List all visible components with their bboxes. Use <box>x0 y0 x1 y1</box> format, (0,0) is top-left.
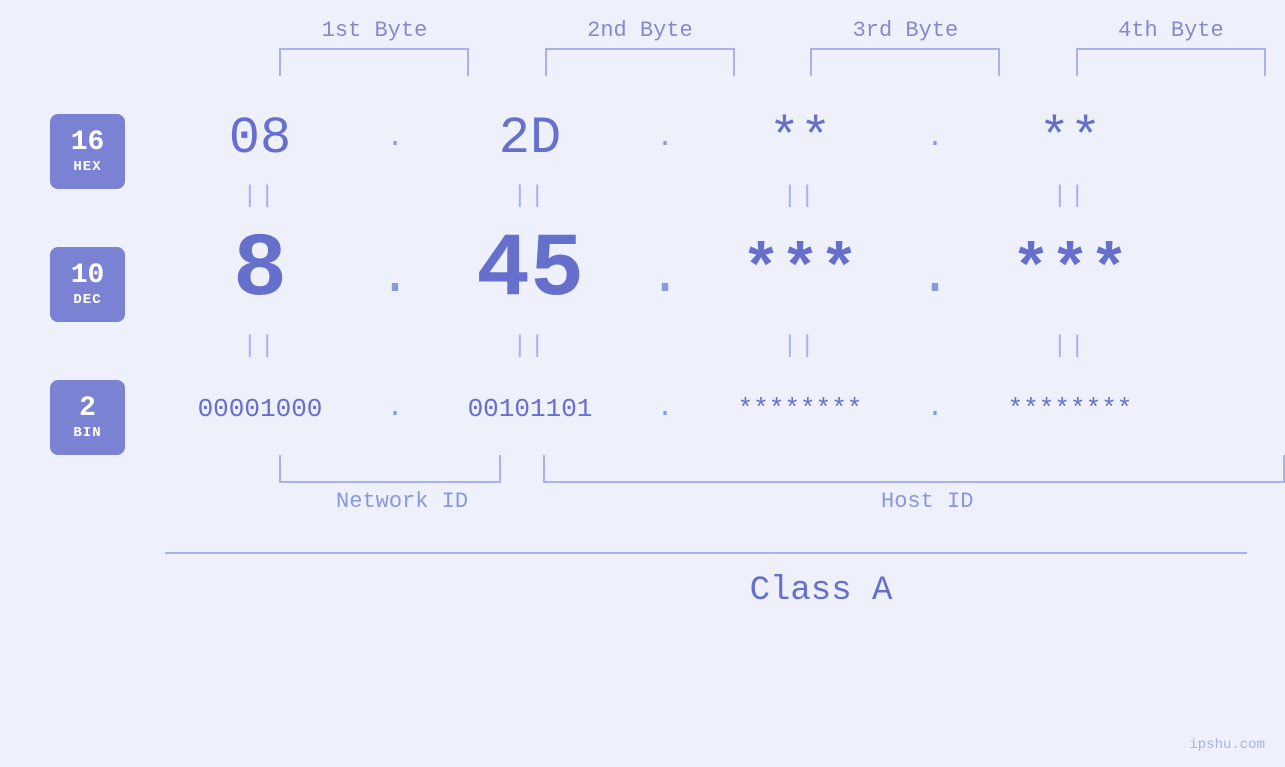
b1-equal2: || <box>145 333 375 360</box>
bytes-grid: 08 . 2D . ** . ** || || || || 8 . <box>145 86 1285 441</box>
byte1-col: 1st Byte <box>260 18 488 76</box>
sep3-bin: . <box>915 393 955 424</box>
dec-label: DEC <box>73 292 101 308</box>
class-label: Class A <box>280 572 1285 610</box>
b1-dec: 8 <box>145 226 375 316</box>
byte3-col: 3rd Byte <box>791 18 1019 76</box>
b4-bin: ******** <box>955 394 1185 424</box>
host-id-label: Host ID <box>569 489 1285 514</box>
dec-number: 10 <box>71 261 105 292</box>
b3-equal: || <box>685 183 915 210</box>
hex-row: 08 . 2D . ** . ** <box>145 86 1285 176</box>
byte1-header: 1st Byte <box>322 18 428 43</box>
b4-equal: || <box>955 183 1185 210</box>
b4-dec: *** <box>955 232 1185 310</box>
b3-bin: ******** <box>685 394 915 424</box>
byte4-col: 4th Byte <box>1057 18 1285 76</box>
b4-equal2: || <box>955 333 1185 360</box>
byte1-bracket-top <box>279 48 469 76</box>
bin-label: BIN <box>73 425 101 441</box>
hex-number: 16 <box>71 128 105 159</box>
bottom-brackets <box>0 455 1285 483</box>
bin-badge: 2 BIN <box>50 380 125 455</box>
dec-row: 8 . 45 . *** . *** <box>145 216 1285 326</box>
b2-equal2: || <box>415 333 645 360</box>
b1-bin: 00001000 <box>145 394 375 424</box>
sep1-hex: . <box>375 123 415 154</box>
byte-headers: 1st Byte 2nd Byte 3rd Byte 4th Byte <box>0 18 1285 76</box>
id-labels: Network ID Host ID <box>0 489 1285 514</box>
network-id-label: Network ID <box>275 489 530 514</box>
class-area: Class A <box>0 526 1285 610</box>
byte4-header: 4th Byte <box>1118 18 1224 43</box>
sep2-bin: . <box>645 393 685 424</box>
equal-row: || || || || <box>145 176 1285 216</box>
sep3-hex: . <box>915 123 955 154</box>
byte2-col: 2nd Byte <box>526 18 754 76</box>
b3-hex: ** <box>685 109 915 168</box>
b2-dec: 45 <box>415 226 645 316</box>
hex-badge: 16 HEX <box>50 114 125 189</box>
dec-badge: 10 DEC <box>50 247 125 322</box>
sep1-dec: . <box>375 245 415 308</box>
watermark: ipshu.com <box>1189 737 1265 753</box>
b4-hex: ** <box>955 109 1185 168</box>
left-labels: 16 HEX 10 DEC 2 BIN <box>50 114 125 455</box>
byte2-bracket-top <box>545 48 735 76</box>
bin-number: 2 <box>79 394 96 425</box>
byte4-bracket-top <box>1076 48 1266 76</box>
main-area: 16 HEX 10 DEC 2 BIN 08 . 2D . ** . ** <box>0 76 1285 455</box>
b2-hex: 2D <box>415 109 645 168</box>
hex-label: HEX <box>73 159 101 175</box>
bin-row: 00001000 . 00101101 . ******** . *******… <box>145 366 1285 441</box>
b3-dec: *** <box>685 232 915 310</box>
equal-row-2: || || || || <box>145 326 1285 366</box>
b3-equal2: || <box>685 333 915 360</box>
b2-bin: 00101101 <box>415 394 645 424</box>
b2-equal: || <box>415 183 645 210</box>
sep3-dec: . <box>915 245 955 308</box>
sep2-hex: . <box>645 123 685 154</box>
byte3-header: 3rd Byte <box>853 18 959 43</box>
b1-equal: || <box>145 183 375 210</box>
b1-hex: 08 <box>145 109 375 168</box>
byte3-bracket-top <box>810 48 1000 76</box>
sep2-dec: . <box>645 245 685 308</box>
sep1-bin: . <box>375 393 415 424</box>
page-container: 1st Byte 2nd Byte 3rd Byte 4th Byte 16 H… <box>0 0 1285 767</box>
class-line <box>165 552 1247 554</box>
byte2-header: 2nd Byte <box>587 18 693 43</box>
host-bracket <box>543 455 1285 483</box>
network-bracket <box>279 455 502 483</box>
